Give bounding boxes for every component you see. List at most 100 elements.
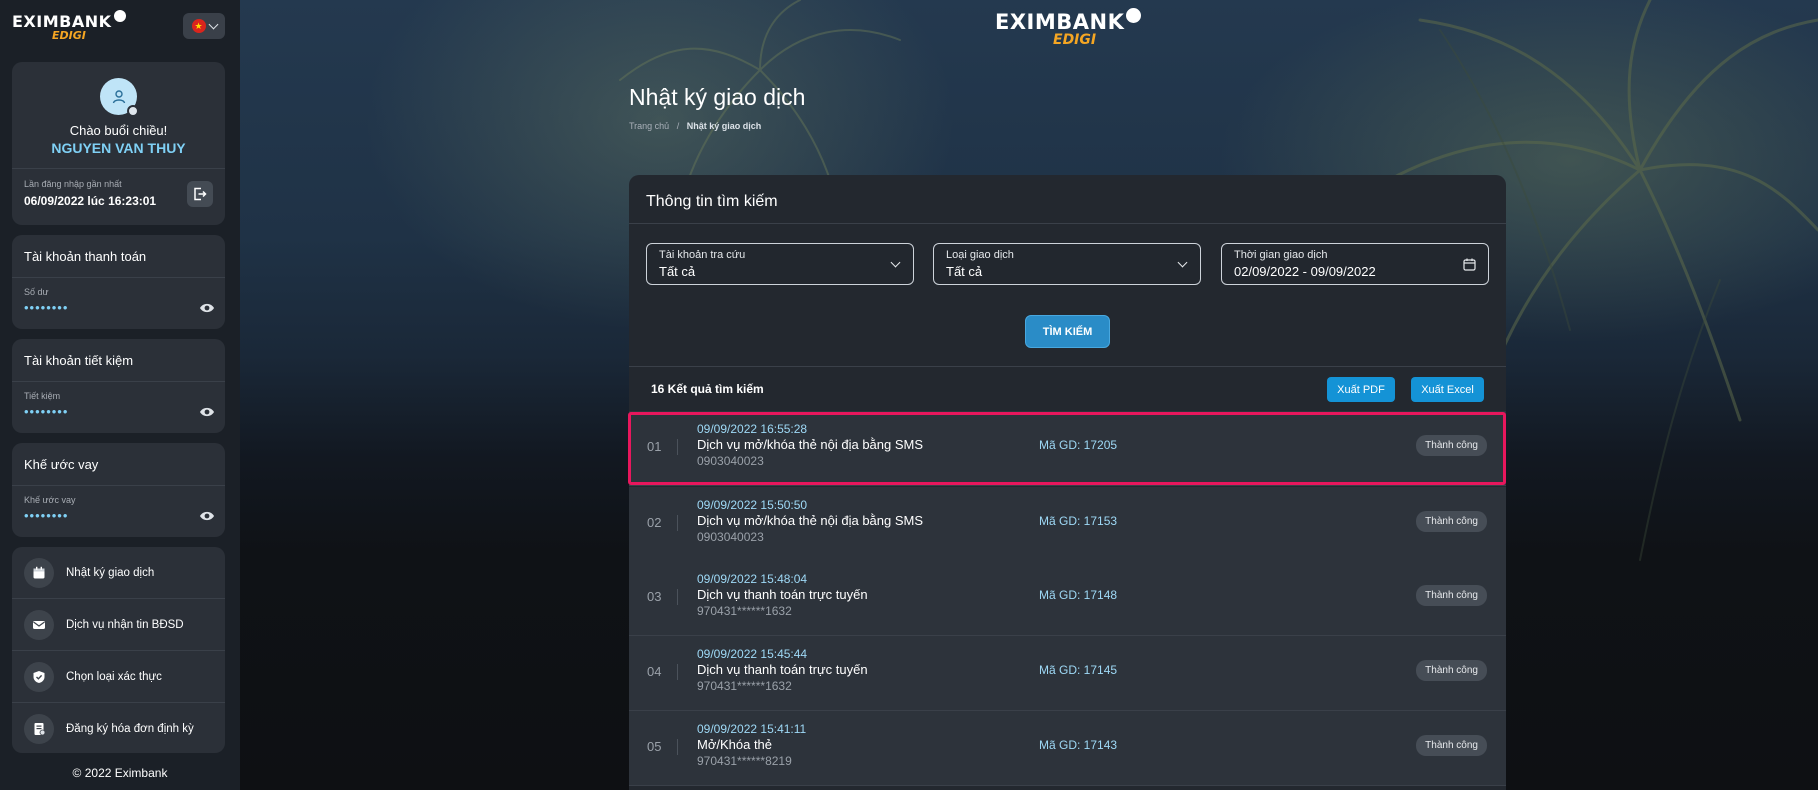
breadcrumb-separator: / [676, 121, 680, 131]
transaction-panel: Thông tin tìm kiếm Tài khoản tra cứu Tất… [629, 175, 1506, 790]
transaction-code: Mã GD: 17145 [1039, 663, 1118, 677]
field-label: Loại giao dịch [946, 249, 1014, 261]
transaction-type-select[interactable]: Loại giao dịch Tất cả [933, 243, 1201, 285]
divider [629, 366, 1506, 367]
payment-account-card[interactable]: Tài khoản thanh toán Số dư •••••••• [12, 235, 225, 329]
calendar-icon [24, 557, 54, 588]
globe-icon [113, 10, 126, 22]
chevron-down-icon [208, 19, 218, 29]
page-title: Nhật ký giao dịch [629, 84, 806, 110]
divider [677, 515, 678, 531]
field-value: 02/09/2022 - 09/09/2022 [1234, 264, 1376, 279]
language-selector[interactable]: ★ [183, 13, 225, 39]
divider [677, 664, 678, 680]
field-value: Tất cả [946, 264, 983, 279]
menu-item-recurring-bill[interactable]: Đăng ký hóa đơn định kỳ [12, 703, 225, 754]
transaction-time: 09/09/2022 15:48:04 [697, 572, 808, 586]
logout-button[interactable] [187, 181, 213, 207]
menu-item-balance-sms[interactable]: Dịch vụ nhận tin BĐSD [12, 599, 225, 650]
last-login-value: 06/09/2022 lúc 16:23:01 [24, 194, 157, 208]
chevron-down-icon [1177, 257, 1188, 268]
menu-item-transaction-log[interactable]: Nhật ký giao dịch [12, 547, 225, 598]
export-excel-button[interactable]: Xuất Excel [1411, 377, 1484, 402]
avatar[interactable] [100, 78, 139, 117]
divider [677, 439, 678, 455]
divider [12, 381, 225, 382]
last-login-label: Lần đăng nhập gần nhất [24, 179, 122, 189]
eximbank-logo[interactable]: EXIMBANK EDIGI [12, 10, 126, 42]
search-button[interactable]: TÌM KIẾM [1025, 315, 1110, 348]
status-badge: Thành công [1416, 585, 1487, 606]
menu-card: Nhật ký giao dịch Dịch vụ nhận tin BĐSD … [12, 547, 225, 753]
balance-label: Số dư [24, 287, 49, 297]
status-badge: Thành công [1416, 511, 1487, 532]
menu-item-auth-type[interactable]: Chọn loại xác thực [12, 651, 225, 702]
eye-icon[interactable] [199, 302, 215, 314]
eye-icon[interactable] [199, 406, 215, 418]
transaction-account: 0903040023 [697, 454, 764, 468]
transaction-time: 09/09/2022 15:41:11 [697, 722, 807, 736]
bill-icon [24, 713, 54, 744]
export-pdf-button[interactable]: Xuất PDF [1327, 377, 1395, 402]
transaction-row[interactable]: 04 09/09/2022 15:45:44 Dịch vụ thanh toá… [629, 636, 1506, 711]
transaction-code: Mã GD: 17205 [1039, 438, 1118, 452]
transaction-row[interactable]: 05 09/09/2022 15:41:11 Mở/Khóa thẻ 97043… [629, 711, 1506, 786]
field-label: Thời gian giao dịch [1234, 249, 1328, 261]
breadcrumb-home[interactable]: Trang chủ [629, 121, 669, 131]
transaction-name: Dịch vụ thanh toán trực tuyến [697, 662, 868, 677]
account-title: Khế ước vay [24, 457, 99, 472]
savings-account-card[interactable]: Tài khoản tiết kiệm Tiết kiệm •••••••• [12, 339, 225, 433]
transaction-account: 0903040023 [697, 530, 764, 544]
transaction-time: 09/09/2022 16:55:28 [697, 422, 808, 436]
menu-label: Nhật ký giao dịch [66, 566, 155, 579]
loan-value: •••••••• [24, 508, 69, 523]
row-number: 05 [647, 739, 662, 754]
copyright-text: © 2022 Eximbank [72, 766, 168, 780]
divider [12, 168, 225, 169]
eximbank-header-logo[interactable]: EXIMBANK EDIGI [995, 8, 1142, 48]
transaction-row[interactable]: 01 09/09/2022 16:55:28 Dịch vụ mở/khóa t… [629, 411, 1506, 486]
transaction-row[interactable]: 03 09/09/2022 15:48:04 Dịch vụ thanh toá… [629, 561, 1506, 636]
breadcrumb-current: Nhật ký giao dịch [686, 121, 762, 131]
sidebar: EXIMBANK EDIGI ★ Chào buổi chiều! NGUYEN… [0, 0, 240, 790]
calendar-icon[interactable] [1463, 258, 1476, 271]
chevron-down-icon [890, 257, 901, 268]
result-count: 16 Kết quả tìm kiếm [651, 382, 764, 396]
logout-icon [194, 187, 207, 201]
transaction-date-range[interactable]: Thời gian giao dịch 02/09/2022 - 09/09/2… [1221, 243, 1489, 285]
transaction-time: 09/09/2022 15:45:44 [697, 647, 808, 661]
divider [12, 485, 225, 486]
transaction-name: Dịch vụ thanh toán trực tuyến [697, 587, 868, 602]
account-title: Tài khoản tiết kiệm [24, 353, 134, 368]
menu-label: Dịch vụ nhận tin BĐSD [66, 618, 184, 631]
transaction-account: 970431******8219 [697, 754, 792, 768]
transaction-account: 970431******1632 [697, 604, 792, 618]
divider [677, 589, 678, 605]
user-name: NGUYEN VAN THUY [51, 140, 186, 156]
eye-icon[interactable] [199, 510, 215, 522]
row-number: 04 [647, 664, 662, 679]
savings-value: •••••••• [24, 404, 69, 419]
profile-card: Chào buổi chiều! NGUYEN VAN THUY Lần đăn… [12, 62, 225, 225]
transaction-name: Dịch vụ mở/khóa thẻ nội địa bằng SMS [697, 437, 924, 452]
message-icon [24, 609, 54, 640]
greeting-text: Chào buổi chiều! [69, 123, 168, 138]
status-badge: Thành công [1416, 660, 1487, 681]
status-badge: Thành công [1416, 435, 1487, 456]
transaction-time: 09/09/2022 15:50:50 [697, 498, 808, 512]
divider [629, 223, 1506, 224]
divider [677, 739, 678, 755]
globe-icon [1126, 8, 1142, 23]
status-badge: Thành công [1416, 735, 1487, 756]
shield-icon [24, 661, 54, 692]
account-lookup-select[interactable]: Tài khoản tra cứu Tất cả [646, 243, 914, 285]
loan-contract-card[interactable]: Khế ước vay Khế ước vay •••••••• [12, 443, 225, 537]
field-label: Tài khoản tra cứu [659, 249, 746, 261]
transaction-name: Dịch vụ mở/khóa thẻ nội địa bằng SMS [697, 513, 924, 528]
transaction-row[interactable]: 02 09/09/2022 15:50:50 Dịch vụ mở/khóa t… [629, 487, 1506, 562]
transaction-code: Mã GD: 17143 [1039, 738, 1118, 752]
menu-label: Chọn loại xác thực [66, 670, 162, 683]
avatar-status-badge [127, 105, 139, 117]
account-title: Tài khoản thanh toán [24, 249, 147, 264]
savings-label: Tiết kiệm [24, 391, 61, 401]
